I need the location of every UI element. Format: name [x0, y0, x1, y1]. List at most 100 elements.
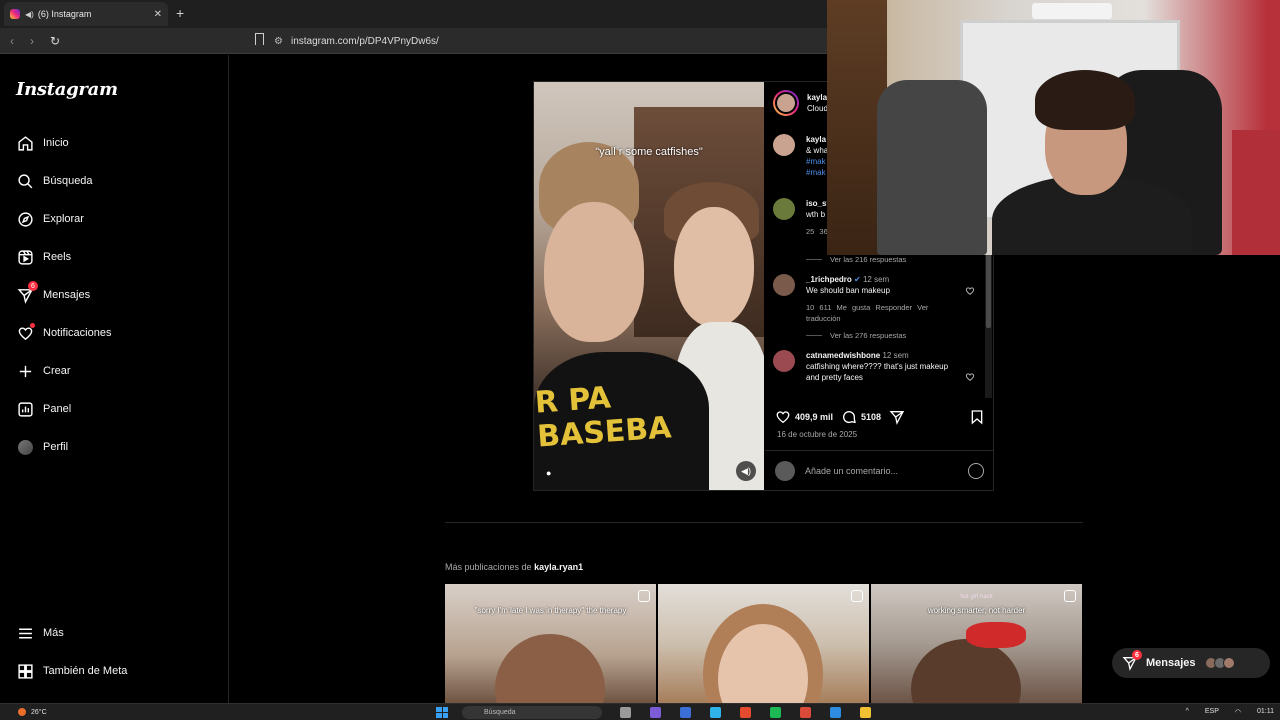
- share-icon[interactable]: [889, 409, 905, 425]
- author-audio[interactable]: Cloud: [807, 104, 828, 113]
- avatar[interactable]: [773, 198, 795, 220]
- reload-icon[interactable]: ↻: [50, 34, 60, 48]
- sidebar-item-inicio[interactable]: Inicio: [16, 132, 69, 154]
- bookmark-icon[interactable]: [255, 33, 264, 45]
- more-posts-user[interactable]: kayla.ryan1: [534, 562, 583, 572]
- save-icon[interactable]: [969, 409, 985, 425]
- dashboard-icon: [16, 400, 34, 418]
- spotify-icon[interactable]: [770, 707, 781, 718]
- post-thumbnail[interactable]: [658, 584, 869, 704]
- like-comment-icon[interactable]: [965, 286, 975, 296]
- reel-video[interactable]: R PA BASEBA "yall r some catfishes" ● ◀): [534, 82, 764, 490]
- language-indicator[interactable]: ESP: [1205, 708, 1219, 716]
- more-posts-title: Más publicaciones de kayla.ryan1: [445, 562, 583, 572]
- author-avatar[interactable]: [773, 90, 799, 116]
- view-replies-link[interactable]: Ver las 216 respuestas: [806, 255, 906, 264]
- new-tab-button[interactable]: +: [176, 6, 184, 20]
- messenger-icon: 6: [16, 281, 38, 304]
- add-comment-bar: Añade un comentario...: [765, 450, 994, 490]
- windows-taskbar: 26°C Búsqueda ^ ESP ◠ 01:11: [0, 703, 1280, 720]
- reel-icon: [638, 590, 650, 602]
- avatar[interactable]: [773, 274, 795, 296]
- comment-user[interactable]: catnamedwishbone: [806, 351, 880, 360]
- comment-icon[interactable]: [841, 409, 857, 425]
- emoji-icon[interactable]: [968, 462, 984, 479]
- mute-icon[interactable]: ◀): [736, 461, 756, 481]
- avatar[interactable]: [773, 134, 795, 156]
- weather-widget[interactable]: 26°C: [18, 708, 47, 716]
- sidebar-item-label: Perfil: [43, 441, 69, 453]
- windows-start-icon[interactable]: [436, 707, 448, 718]
- sidebar-item-explorar[interactable]: Explorar: [16, 208, 84, 230]
- site-info-icon[interactable]: ⚙: [274, 36, 283, 47]
- webcam-bed: [1232, 130, 1280, 255]
- post-header: kayla Cloud: [773, 90, 828, 116]
- thumb-caption: "sorry I'm late I was in therapy" the th…: [474, 606, 627, 615]
- sidebar-item-meta[interactable]: También de Meta: [16, 660, 127, 682]
- sidebar-item-notificaciones[interactable]: Notificaciones: [16, 322, 111, 344]
- post-thumbnail[interactable]: hot girl hack working smarter, not harde…: [871, 584, 1082, 704]
- chrome-icon[interactable]: [800, 707, 811, 718]
- address-bar[interactable]: ⚙ instagram.com/p/DP4VPnyDw6s/: [274, 32, 834, 50]
- avatar[interactable]: [773, 350, 795, 372]
- post-date: 16 de octubre de 2025: [777, 430, 858, 439]
- app-icon[interactable]: [650, 707, 661, 718]
- post-thumbnail[interactable]: "sorry I'm late I was in therapy" the th…: [445, 584, 656, 704]
- browser-tab[interactable]: ◀) (6) Instagram ✕: [4, 2, 168, 26]
- messages-pill-label: Mensajes: [1146, 657, 1196, 669]
- like-comment-icon[interactable]: [965, 372, 975, 382]
- comment-text: We should ban makeup: [806, 286, 890, 295]
- webcam-person-hair: [1035, 70, 1135, 130]
- verified-badge-icon: ✔: [854, 275, 861, 284]
- video-person-face: [544, 202, 644, 342]
- likes-count[interactable]: 409,9 mil: [795, 412, 833, 422]
- sidebar-item-panel[interactable]: Panel: [16, 398, 71, 420]
- video-person-face: [674, 207, 754, 327]
- forward-icon[interactable]: ›: [30, 34, 34, 48]
- messages-pill[interactable]: 6 Mensajes: [1112, 648, 1270, 678]
- wifi-icon[interactable]: ◠: [1235, 708, 1241, 716]
- sidebar-item-mas[interactable]: Más: [16, 622, 64, 644]
- taskbar-search[interactable]: Búsqueda: [462, 706, 602, 719]
- view-replies-link[interactable]: Ver las 276 respuestas: [806, 331, 906, 340]
- webcam-chair: [877, 80, 987, 255]
- task-view-icon[interactable]: [620, 707, 631, 718]
- sidebar-item-crear[interactable]: Crear: [16, 360, 71, 382]
- messenger-icon: 6: [1122, 650, 1142, 671]
- sidebar-item-mensajes[interactable]: 6 Mensajes: [16, 281, 90, 306]
- more-posts-grid: "sorry I'm late I was in therapy" the th…: [445, 584, 1082, 704]
- sidebar-item-label: Panel: [43, 403, 72, 415]
- edge-icon[interactable]: [830, 707, 841, 718]
- app-icon[interactable]: [680, 707, 691, 718]
- sidebar-item-reels[interactable]: Reels: [16, 246, 71, 268]
- instagram-logo[interactable]: Instagram: [16, 79, 118, 100]
- like-icon[interactable]: [775, 409, 791, 425]
- notification-dot: [30, 323, 35, 328]
- sidebar-item-busqueda[interactable]: Búsqueda: [16, 170, 93, 192]
- sidebar-item-label: También de Meta: [43, 665, 128, 677]
- reel-icon: [851, 590, 863, 602]
- sidebar-item-label: Explorar: [43, 213, 84, 225]
- thumb-hair: [495, 634, 605, 704]
- plus-icon: [16, 362, 34, 380]
- sidebar-item-perfil[interactable]: Perfil: [16, 436, 68, 458]
- menu-icon: [16, 624, 34, 642]
- comment-input[interactable]: Añade un comentario...: [805, 466, 968, 476]
- back-icon[interactable]: ‹: [10, 34, 14, 48]
- speaker-icon[interactable]: ◀): [25, 10, 34, 19]
- close-tab-icon[interactable]: ✕: [154, 9, 162, 20]
- sidebar-item-label: Inicio: [43, 137, 69, 149]
- brave-icon[interactable]: [740, 707, 751, 718]
- author-username[interactable]: kayla: [807, 92, 828, 103]
- comment-text: catfishing where???? that's just makeup …: [806, 362, 949, 382]
- clock[interactable]: 01:11: [1257, 708, 1274, 716]
- file-explorer-icon[interactable]: [860, 707, 871, 718]
- tagged-user-icon[interactable]: ●: [546, 468, 551, 478]
- meta-icon: [16, 662, 34, 680]
- reel-icon: [1064, 590, 1076, 602]
- comment-meta[interactable]: 10 611 Me gusta Responder Ver traducción: [806, 302, 956, 324]
- chevron-up-icon[interactable]: ^: [1186, 708, 1189, 716]
- comment-user[interactable]: _1richpedro: [806, 275, 852, 284]
- more-posts-prefix: Más publicaciones de: [445, 562, 532, 572]
- app-icon[interactable]: [710, 707, 721, 718]
